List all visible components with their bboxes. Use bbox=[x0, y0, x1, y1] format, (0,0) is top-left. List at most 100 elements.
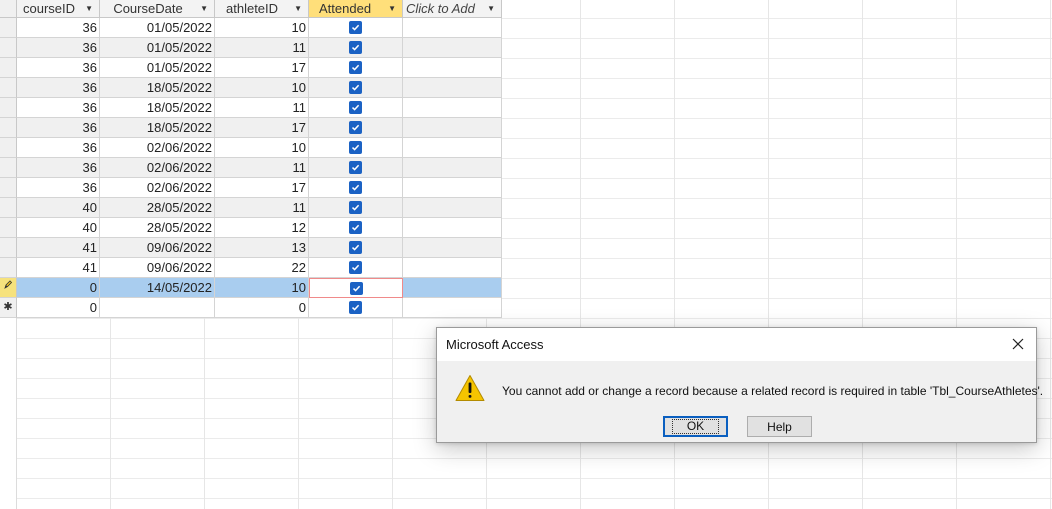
sort-dropdown-icon[interactable]: ▼ bbox=[85, 0, 93, 17]
record-selector[interactable] bbox=[0, 78, 17, 98]
cell-attended[interactable] bbox=[309, 278, 403, 298]
column-header-attended[interactable]: Attended ▼ bbox=[309, 0, 403, 18]
cell-courseid[interactable]: 40 bbox=[17, 218, 100, 238]
add-field-dropdown-icon[interactable]: ▼ bbox=[487, 0, 495, 17]
cell-coursedate[interactable]: 09/06/2022 bbox=[100, 238, 215, 258]
table-row[interactable]: 36 02/06/2022 11 bbox=[0, 158, 502, 178]
cell-click-to-add[interactable] bbox=[403, 258, 502, 278]
cell-athleteid[interactable]: 10 bbox=[215, 278, 309, 298]
cell-click-to-add[interactable] bbox=[403, 98, 502, 118]
cell-click-to-add[interactable] bbox=[403, 78, 502, 98]
cell-coursedate[interactable]: 28/05/2022 bbox=[100, 218, 215, 238]
attended-checkbox[interactable] bbox=[349, 161, 362, 174]
cell-click-to-add[interactable] bbox=[403, 218, 502, 238]
cell-athleteid[interactable]: 22 bbox=[215, 258, 309, 278]
cell-coursedate[interactable]: 14/05/2022 bbox=[100, 278, 215, 298]
record-selector[interactable] bbox=[0, 38, 17, 58]
cell-attended[interactable] bbox=[309, 118, 403, 138]
cell-courseid[interactable]: 36 bbox=[17, 118, 100, 138]
cell-attended[interactable] bbox=[309, 38, 403, 58]
ok-button[interactable]: OK bbox=[663, 416, 728, 437]
cell-athleteid[interactable]: 10 bbox=[215, 18, 309, 38]
record-selector[interactable] bbox=[0, 58, 17, 78]
attended-checkbox[interactable] bbox=[349, 61, 362, 74]
cell-athleteid[interactable]: 11 bbox=[215, 98, 309, 118]
sort-dropdown-icon[interactable]: ▼ bbox=[294, 0, 302, 17]
record-selector[interactable] bbox=[0, 118, 17, 138]
record-selector[interactable] bbox=[0, 258, 17, 278]
cell-click-to-add[interactable] bbox=[403, 298, 502, 318]
table-row[interactable]: 36 18/05/2022 17 bbox=[0, 118, 502, 138]
table-row[interactable]: 40 28/05/2022 12 bbox=[0, 218, 502, 238]
cell-courseid[interactable]: 0 bbox=[17, 298, 100, 318]
table-row[interactable]: 41 09/06/2022 22 bbox=[0, 258, 502, 278]
cell-coursedate[interactable]: 18/05/2022 bbox=[100, 78, 215, 98]
sort-dropdown-icon[interactable]: ▼ bbox=[200, 0, 208, 17]
cell-courseid[interactable]: 36 bbox=[17, 98, 100, 118]
cell-click-to-add[interactable] bbox=[403, 58, 502, 78]
cell-coursedate[interactable]: 09/06/2022 bbox=[100, 258, 215, 278]
cell-coursedate[interactable]: 02/06/2022 bbox=[100, 138, 215, 158]
attended-checkbox[interactable] bbox=[349, 141, 362, 154]
table-row-editing[interactable]: 0 14/05/2022 10 bbox=[0, 278, 502, 298]
cell-athleteid[interactable]: 17 bbox=[215, 178, 309, 198]
record-selector[interactable] bbox=[0, 98, 17, 118]
cell-coursedate[interactable]: 01/05/2022 bbox=[100, 18, 215, 38]
record-selector[interactable] bbox=[0, 178, 17, 198]
attended-checkbox[interactable] bbox=[349, 261, 362, 274]
cell-click-to-add[interactable] bbox=[403, 38, 502, 58]
cell-click-to-add[interactable] bbox=[403, 238, 502, 258]
cell-attended[interactable] bbox=[309, 218, 403, 238]
cell-athleteid[interactable]: 17 bbox=[215, 58, 309, 78]
attended-checkbox[interactable] bbox=[349, 181, 362, 194]
cell-attended[interactable] bbox=[309, 98, 403, 118]
attended-checkbox[interactable] bbox=[349, 41, 362, 54]
cell-coursedate[interactable]: 18/05/2022 bbox=[100, 118, 215, 138]
cell-courseid[interactable]: 36 bbox=[17, 78, 100, 98]
cell-coursedate[interactable]: 01/05/2022 bbox=[100, 58, 215, 78]
dialog-title-bar[interactable]: Microsoft Access bbox=[437, 328, 1036, 361]
cell-courseid[interactable]: 41 bbox=[17, 258, 100, 278]
sort-dropdown-icon[interactable]: ▼ bbox=[388, 0, 396, 17]
cell-athleteid[interactable]: 13 bbox=[215, 238, 309, 258]
attended-checkbox[interactable] bbox=[349, 281, 363, 295]
cell-courseid[interactable]: 36 bbox=[17, 38, 100, 58]
pencil-icon[interactable] bbox=[0, 278, 17, 298]
cell-courseid[interactable]: 36 bbox=[17, 58, 100, 78]
table-row[interactable]: 36 02/06/2022 17 bbox=[0, 178, 502, 198]
table-row[interactable]: 36 18/05/2022 11 bbox=[0, 98, 502, 118]
attended-checkbox[interactable] bbox=[349, 21, 362, 34]
cell-attended[interactable] bbox=[309, 138, 403, 158]
cell-click-to-add[interactable] bbox=[403, 158, 502, 178]
record-selector[interactable] bbox=[0, 218, 17, 238]
cell-athleteid[interactable]: 0 bbox=[215, 298, 309, 318]
cell-coursedate[interactable]: 01/05/2022 bbox=[100, 38, 215, 58]
cell-click-to-add[interactable] bbox=[403, 118, 502, 138]
table-row-new[interactable]: ✱ 0 0 bbox=[0, 298, 502, 318]
cell-click-to-add[interactable] bbox=[403, 18, 502, 38]
cell-click-to-add[interactable] bbox=[403, 178, 502, 198]
attended-checkbox[interactable] bbox=[349, 81, 362, 94]
table-row[interactable]: 36 18/05/2022 10 bbox=[0, 78, 502, 98]
table-row[interactable]: 36 01/05/2022 11 bbox=[0, 38, 502, 58]
close-icon[interactable] bbox=[1008, 334, 1028, 354]
cell-attended[interactable] bbox=[309, 238, 403, 258]
cell-attended[interactable] bbox=[309, 298, 403, 318]
column-header-athleteid[interactable]: athleteID ▼ bbox=[215, 0, 309, 18]
cell-attended[interactable] bbox=[309, 58, 403, 78]
cell-coursedate[interactable]: 28/05/2022 bbox=[100, 198, 215, 218]
cell-athleteid[interactable]: 10 bbox=[215, 138, 309, 158]
attended-checkbox[interactable] bbox=[349, 121, 362, 134]
attended-checkbox[interactable] bbox=[349, 221, 362, 234]
column-header-coursedate[interactable]: CourseDate ▼ bbox=[100, 0, 215, 18]
record-selector[interactable] bbox=[0, 158, 17, 178]
cell-click-to-add[interactable] bbox=[403, 278, 502, 298]
record-selector[interactable] bbox=[0, 238, 17, 258]
cell-courseid[interactable]: 40 bbox=[17, 198, 100, 218]
cell-coursedate[interactable] bbox=[100, 298, 215, 318]
attended-checkbox[interactable] bbox=[349, 301, 362, 314]
table-row[interactable]: 36 01/05/2022 17 bbox=[0, 58, 502, 78]
record-selector[interactable] bbox=[0, 18, 17, 38]
cell-courseid[interactable]: 41 bbox=[17, 238, 100, 258]
cell-attended[interactable] bbox=[309, 18, 403, 38]
